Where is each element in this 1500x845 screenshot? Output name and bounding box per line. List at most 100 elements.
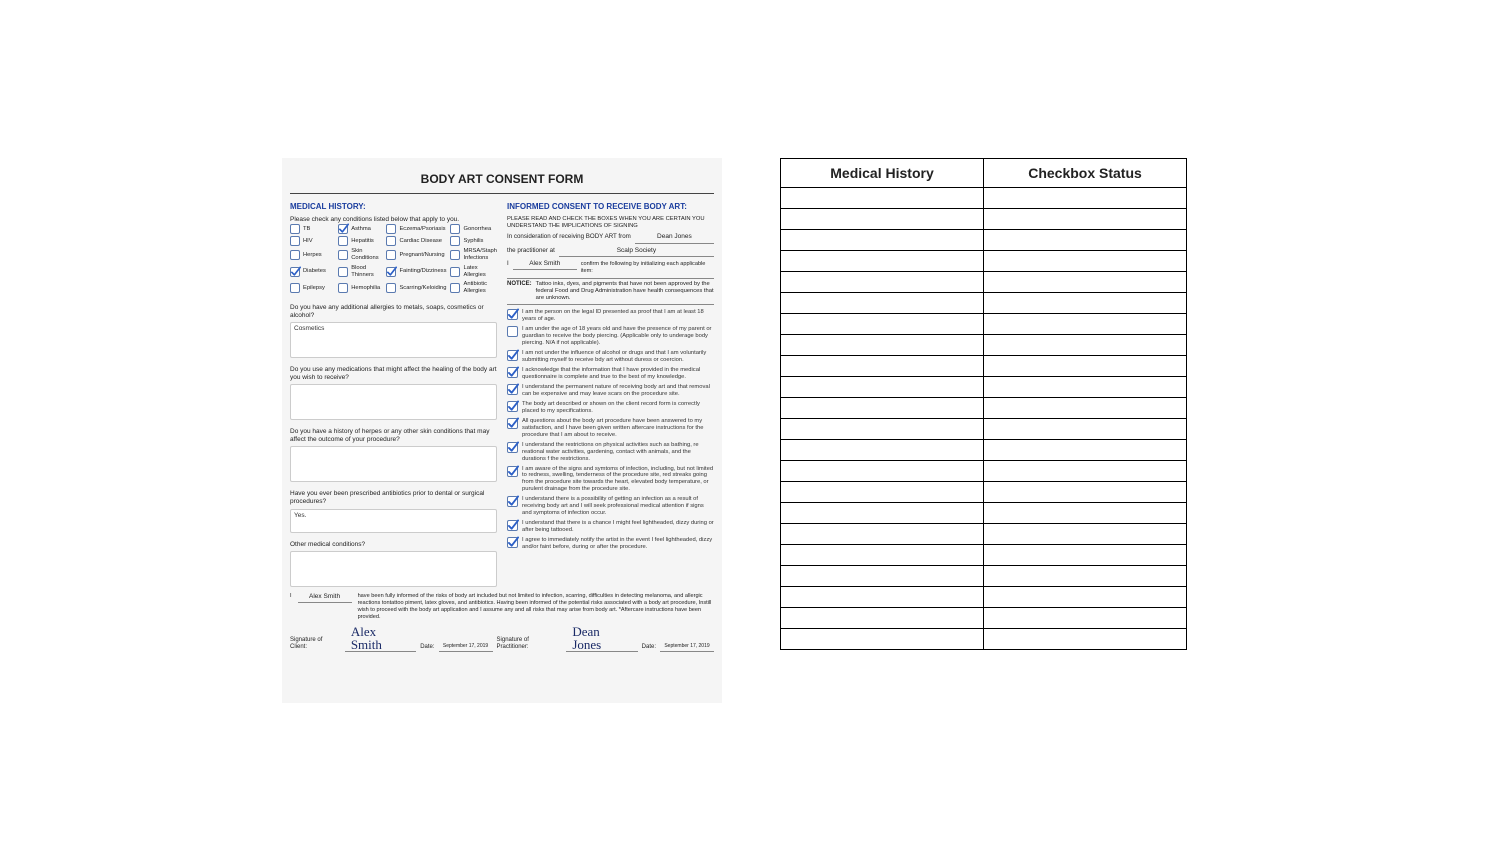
checkbox[interactable] [450,283,460,293]
a-allergies[interactable]: Cosmetics [290,322,497,358]
condition-item[interactable]: Cardiac Disease [386,236,446,246]
table-cell[interactable] [984,419,1186,439]
client-date[interactable]: September 17, 2019 [439,643,493,651]
consent-item[interactable]: I understand that there is a chance I mi… [507,520,714,534]
checkbox[interactable] [507,466,518,477]
studio-name[interactable]: Scalp Society [559,247,714,257]
consent-item[interactable]: I acknowledge that the information that … [507,367,714,381]
table-cell[interactable] [781,251,984,271]
condition-item[interactable]: Skin Conditions [338,248,382,262]
condition-item[interactable]: Hepatitis [338,236,382,246]
checkbox[interactable] [450,224,460,234]
condition-item[interactable]: Eczema/Psoriasis [386,224,446,234]
table-cell[interactable] [984,230,1186,250]
table-cell[interactable] [984,503,1186,523]
checkbox[interactable] [386,236,396,246]
checkbox[interactable] [507,537,518,548]
checkbox[interactable] [290,283,300,293]
table-cell[interactable] [984,377,1186,397]
checkbox[interactable] [386,224,396,234]
checkbox[interactable] [507,418,518,429]
condition-item[interactable]: Scarring/Keloiding [386,281,446,295]
table-cell[interactable] [984,440,1186,460]
table-cell[interactable] [781,272,984,292]
checkbox[interactable] [450,236,460,246]
consent-item[interactable]: All questions about the body art procedu… [507,418,714,439]
checkbox[interactable] [507,442,518,453]
condition-item[interactable]: Epilepsy [290,281,334,295]
table-cell[interactable] [781,209,984,229]
consent-item[interactable]: I am aware of the signs and symtoms of i… [507,466,714,494]
condition-item[interactable]: Hemophilia [338,281,382,295]
table-cell[interactable] [781,503,984,523]
a-antibiotics[interactable]: Yes. [290,509,497,533]
consent-item[interactable]: I understand there is a possibility of g… [507,496,714,517]
checkbox[interactable] [338,236,348,246]
a-other[interactable] [290,551,497,587]
consent-item[interactable]: I agree to immediately notify the artist… [507,537,714,551]
table-cell[interactable] [781,461,984,481]
condition-item[interactable]: Latex Allergies [450,265,497,279]
client-name[interactable]: Alex Smith [513,260,577,270]
condition-item[interactable]: Gonorrhea [450,224,497,234]
table-cell[interactable] [781,545,984,565]
checkbox[interactable] [507,496,518,507]
table-cell[interactable] [984,629,1186,649]
table-cell[interactable] [984,545,1186,565]
checkbox[interactable] [507,309,518,320]
table-cell[interactable] [781,608,984,628]
checkbox[interactable] [290,267,300,277]
pract-date[interactable]: September 17, 2019 [660,643,714,651]
condition-item[interactable]: HIV [290,236,334,246]
consent-item[interactable]: I understand the restrictions on physica… [507,442,714,463]
checkbox[interactable] [507,384,518,395]
checkbox[interactable] [450,267,460,277]
table-cell[interactable] [984,608,1186,628]
checkbox[interactable] [338,224,348,234]
table-cell[interactable] [984,293,1186,313]
table-cell[interactable] [781,419,984,439]
table-cell[interactable] [781,293,984,313]
a-herpes-history[interactable] [290,446,497,482]
table-cell[interactable] [781,356,984,376]
table-cell[interactable] [984,188,1186,208]
table-cell[interactable] [984,335,1186,355]
checkbox[interactable] [507,367,518,378]
checkbox[interactable] [507,401,518,412]
condition-item[interactable]: MRSA/Staph Infections [450,248,497,262]
table-cell[interactable] [984,398,1186,418]
table-cell[interactable] [781,188,984,208]
table-cell[interactable] [781,524,984,544]
table-cell[interactable] [781,482,984,502]
condition-item[interactable]: Asthma [338,224,382,234]
checkbox[interactable] [338,267,348,277]
table-cell[interactable] [984,524,1186,544]
practitioner-signature[interactable]: Dean Jones [566,625,637,652]
table-cell[interactable] [984,209,1186,229]
consent-item[interactable]: I am under the age of 18 years old and h… [507,326,714,347]
checkbox[interactable] [386,267,396,277]
a-medications[interactable] [290,384,497,420]
table-cell[interactable] [984,587,1186,607]
condition-item[interactable]: Herpes [290,248,334,262]
condition-item[interactable]: Blood Thinners [338,265,382,279]
table-cell[interactable] [984,251,1186,271]
table-cell[interactable] [984,356,1186,376]
table-cell[interactable] [781,587,984,607]
table-cell[interactable] [984,461,1186,481]
table-cell[interactable] [984,566,1186,586]
condition-item[interactable]: Pregnant/Nursing [386,248,446,262]
consent-item[interactable]: I am not under the influence of alcohol … [507,350,714,364]
table-cell[interactable] [781,335,984,355]
condition-item[interactable]: TB [290,224,334,234]
client-signature[interactable]: Alex Smith [345,625,416,652]
table-cell[interactable] [781,629,984,649]
checkbox[interactable] [507,326,518,337]
consent-item[interactable]: The body art described or shown on the c… [507,401,714,415]
checkbox[interactable] [290,224,300,234]
checkbox[interactable] [507,520,518,531]
consent-item[interactable]: I understand the permanent nature of rec… [507,384,714,398]
table-cell[interactable] [781,440,984,460]
table-cell[interactable] [781,230,984,250]
checkbox[interactable] [386,283,396,293]
